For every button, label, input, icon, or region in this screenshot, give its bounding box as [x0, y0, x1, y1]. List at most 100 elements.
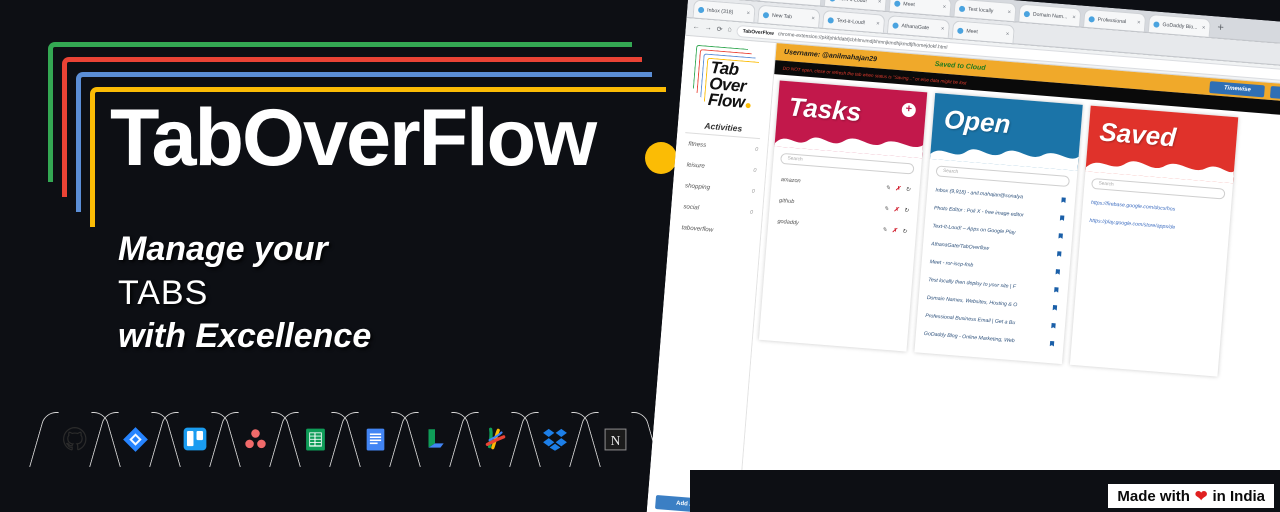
- asana-icon: [240, 424, 270, 454]
- save-icon[interactable]: [1052, 286, 1060, 296]
- sidebar-item-count: 0: [749, 209, 754, 216]
- saved-card: Saved Search https://firebase.google.com…: [1069, 105, 1239, 377]
- task-actions: ✎ ✗ ↻: [882, 226, 908, 235]
- brand-wordmark: TabOverFlow: [110, 93, 597, 183]
- extension-page: Tab Over Flow Activities fitness 0 leisu…: [645, 35, 1280, 512]
- open-card-body: Search Inbox (9,918) - anil.mahajan@sona…: [914, 159, 1077, 364]
- refresh-icon[interactable]: ↻: [905, 186, 911, 193]
- browser-tab-label: Meet: [903, 0, 916, 8]
- browser-tab-label: Professional: [1097, 16, 1127, 25]
- google-docs-icon: [360, 424, 390, 454]
- close-icon[interactable]: ×: [1005, 31, 1009, 37]
- close-icon[interactable]: ×: [878, 0, 882, 5]
- close-icon[interactable]: ×: [1007, 9, 1011, 15]
- sidebar-item-count: 0: [751, 188, 755, 195]
- delete-icon[interactable]: ✗: [893, 206, 899, 213]
- favicon-icon: [1153, 20, 1160, 28]
- app-main: Username: @anilmahajan29 Saved to Cloud …: [736, 43, 1280, 512]
- tasks-card: Tasks + Search amazon ✎ ✗ ↻ github ✎ ✗ ↻…: [758, 80, 928, 352]
- tagline-line-2: TABS: [118, 273, 209, 312]
- tasks-card-header: Tasks +: [774, 80, 928, 159]
- sidebar-item-label: leisure: [686, 161, 706, 171]
- delete-icon[interactable]: ✗: [895, 185, 901, 192]
- sidebar-item-label: taboverflow: [681, 224, 714, 235]
- close-icon[interactable]: ×: [746, 10, 750, 16]
- close-icon[interactable]: ×: [1072, 14, 1076, 20]
- app-logo-line-3: Flow: [707, 89, 746, 112]
- task-label: github: [778, 197, 795, 205]
- reload-icon[interactable]: ⟳: [716, 25, 722, 33]
- browser-tab-label: Text-it-Loud!: [836, 17, 866, 26]
- brand-panel: TabOverFlow Manage your TABS with Excell…: [0, 0, 700, 512]
- refresh-icon[interactable]: ↻: [903, 207, 909, 214]
- tasks-card-body: Search amazon ✎ ✗ ↻ github ✎ ✗ ↻ godaddy…: [759, 146, 922, 347]
- dropbox-icon: [540, 424, 570, 454]
- edit-icon[interactable]: ✎: [885, 184, 891, 191]
- brand-dot-icon: [645, 142, 677, 174]
- browser-tab-label: New Tab: [771, 12, 793, 20]
- google-keep-icon: [420, 424, 450, 454]
- jira-icon: [120, 424, 150, 454]
- forward-icon[interactable]: →: [704, 24, 712, 32]
- close-icon[interactable]: ×: [941, 26, 945, 32]
- browser-tab-label: Domain Nam...: [1032, 11, 1068, 20]
- save-icon[interactable]: [1054, 268, 1062, 278]
- delete-icon[interactable]: ✗: [892, 227, 898, 234]
- edit-icon[interactable]: ✎: [883, 205, 889, 212]
- close-icon[interactable]: ×: [811, 15, 815, 21]
- app-logo-dot-icon: [745, 102, 751, 108]
- sidebar-item-count: 0: [754, 146, 759, 153]
- close-icon[interactable]: ×: [1202, 25, 1206, 31]
- favicon-icon: [892, 21, 899, 29]
- promo-banner: TabOverFlow Manage your TABS with Excell…: [0, 0, 1280, 512]
- browser-tab-label: GoDaddy Blo...: [1162, 21, 1198, 31]
- refresh-icon[interactable]: ↻: [902, 228, 908, 235]
- close-icon[interactable]: ×: [1137, 20, 1141, 26]
- favicon-icon: [1023, 10, 1031, 17]
- add-activity-button[interactable]: Add Activity: [654, 494, 732, 512]
- app-logo: Tab Over Flow: [679, 36, 776, 116]
- save-icon[interactable]: [1051, 304, 1059, 314]
- open-card: Open Search Inbox (9,918) - anil.mahajan…: [914, 93, 1083, 365]
- favicon-icon: [958, 5, 966, 12]
- app-logo-text: Tab Over Flow: [707, 46, 775, 112]
- tagline: Manage your TABS with Excellence: [118, 228, 371, 359]
- browser-window: Inbox (9,918) × Photo Editor × Text-it-L…: [645, 0, 1280, 512]
- new-tab-button[interactable]: +: [1213, 21, 1228, 34]
- task-actions: ✎ ✗ ↻: [883, 205, 909, 214]
- favicon-icon: [829, 0, 836, 2]
- favicon-icon: [762, 11, 770, 18]
- browser-tab-label: Text-it-Loud!: [838, 0, 875, 4]
- add-task-button[interactable]: +: [901, 102, 917, 118]
- favicon-icon: [1088, 15, 1095, 23]
- home-icon[interactable]: ⌂: [727, 26, 732, 33]
- save-icon[interactable]: [1050, 322, 1058, 332]
- tagline-line-1: Manage your: [118, 230, 328, 268]
- save-icon[interactable]: [1057, 232, 1065, 242]
- browser-tab-label: AthanaGate: [901, 22, 930, 31]
- favicon-icon: [827, 16, 835, 24]
- task-actions: ✎ ✗ ↻: [885, 184, 911, 193]
- notion-icon: N: [600, 424, 630, 454]
- sidebar-item-label: shopping: [684, 182, 711, 192]
- open-card-header: Open: [929, 93, 1083, 171]
- browser-tab-label: Inbox (318): [706, 7, 734, 16]
- saved-card-body: Search https://firebase.google.com/docs/…: [1070, 171, 1233, 372]
- integration-tab-notion[interactable]: N: [584, 412, 646, 466]
- made-with-label: Made with: [1117, 487, 1190, 505]
- sidebar-item-label: fitness: [688, 140, 707, 150]
- save-icon[interactable]: [1055, 250, 1063, 260]
- favicon-icon: [697, 6, 705, 13]
- product-screenshot: Inbox (9,918) × Photo Editor × Text-it-L…: [645, 0, 1280, 512]
- open-tab-label: GoDaddy Blog - Online Marketing, Web: [923, 330, 1015, 345]
- back-icon[interactable]: ←: [692, 23, 700, 31]
- close-icon[interactable]: ×: [942, 4, 946, 10]
- save-icon[interactable]: [1058, 214, 1066, 224]
- sort-timewise-button[interactable]: Timewise: [1209, 80, 1266, 97]
- github-icon: [60, 424, 90, 454]
- heart-icon: ❤: [1194, 488, 1208, 505]
- save-icon[interactable]: [1060, 196, 1068, 206]
- close-icon[interactable]: ×: [876, 21, 880, 27]
- save-icon[interactable]: [1048, 339, 1056, 349]
- edit-icon[interactable]: ✎: [882, 226, 888, 233]
